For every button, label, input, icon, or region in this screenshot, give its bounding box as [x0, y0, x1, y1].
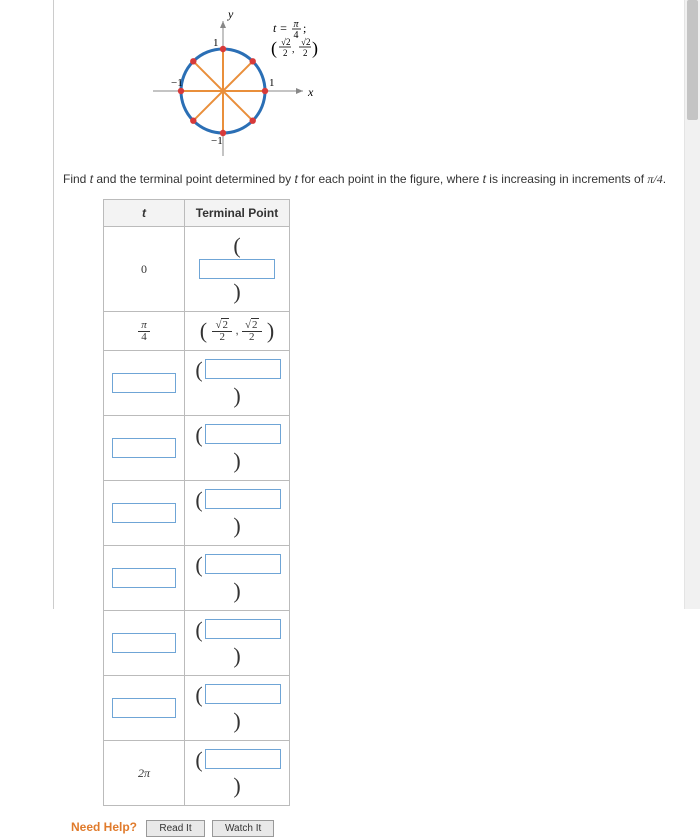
table-row: () [104, 351, 290, 416]
need-help-label: Need Help? [71, 820, 137, 834]
table-row: () [104, 546, 290, 611]
row1-tp-n2: 2 [251, 318, 259, 331]
q-mid2: for each point in the figure, where [298, 172, 483, 186]
figure-point-sep: , [292, 44, 295, 55]
unit-circle-figure: 1 x 1 y −1 −1 t = π 4 ; ( √2 2 , √2 2 ) [133, 6, 353, 161]
rparen: ) [231, 578, 242, 603]
figure-point-rparen: ) [312, 38, 318, 59]
tick-y-pos: 1 [213, 37, 219, 49]
row8-tp-input[interactable] [205, 749, 281, 769]
lparen: ( [193, 682, 204, 707]
q-mid3: is increasing in increments of [486, 172, 647, 186]
figure-point-n2: √2 [301, 37, 310, 47]
row1-t-frac: π 4 [138, 320, 150, 343]
q-end: . [663, 172, 666, 186]
answer-table: t Terminal Point 0 ( ) π 4 ( 2 [103, 199, 290, 806]
rparen: ) [231, 383, 242, 408]
table-row: 2π () [104, 741, 290, 806]
row1-t-num: π [138, 320, 150, 332]
row1-tp-d1: 2 [212, 332, 232, 343]
watch-it-button[interactable]: Watch It [212, 820, 274, 837]
read-it-button[interactable]: Read It [146, 820, 204, 837]
row1-tp-d2: 2 [242, 332, 262, 343]
lparen: ( [193, 357, 204, 382]
rparen: ) [231, 773, 242, 798]
q-pre: Find [63, 172, 90, 186]
row7-t-input[interactable] [112, 698, 176, 718]
rparen: ) [231, 448, 242, 473]
figure-t-label: t = [273, 21, 287, 35]
row6-t-input[interactable] [112, 633, 176, 653]
axis-y-label: y [227, 7, 234, 21]
table-header-row: t Terminal Point [104, 200, 290, 227]
row0-t: 0 [141, 262, 147, 276]
row4-tp-input[interactable] [205, 489, 281, 509]
lparen: ( [193, 552, 204, 577]
row2-t-input[interactable] [112, 373, 176, 393]
lparen: ( [193, 422, 204, 447]
figure-point-n1: √2 [281, 37, 290, 47]
row8-t: 2π [138, 766, 150, 780]
margin-rule [53, 0, 54, 609]
figure-point-lparen: ( [271, 38, 277, 59]
table-row: () [104, 481, 290, 546]
lparen: ( [231, 233, 242, 258]
need-help-row: Need Help? Read It Watch It [71, 820, 674, 837]
lparen: ( [193, 487, 204, 512]
table-row: () [104, 676, 290, 741]
row3-t-input[interactable] [112, 438, 176, 458]
row4-t-input[interactable] [112, 503, 176, 523]
figure-t-end: ; [303, 21, 306, 35]
row1-tp-frac2: 2 2 [242, 320, 262, 343]
figure-wrap: 1 x 1 y −1 −1 t = π 4 ; ( √2 2 , √2 2 ) [63, 6, 700, 164]
svg-text:t =: t = [273, 21, 287, 35]
head-t: t [142, 206, 146, 220]
row1-tp-n1: 2 [221, 318, 229, 331]
lparen: ( [193, 747, 204, 772]
table-row: 0 ( ) [104, 227, 290, 312]
figure-point-d2: 2 [303, 48, 308, 58]
row2-tp-input[interactable] [205, 359, 281, 379]
rparen: ) [231, 513, 242, 538]
table-row: () [104, 611, 290, 676]
figure-t-num: π [293, 19, 299, 30]
rparen: ) [231, 279, 242, 304]
tick-y-neg: −1 [211, 135, 223, 147]
row7-tp-input[interactable] [205, 684, 281, 704]
head-tp: Terminal Point [185, 200, 290, 227]
row1-sep: , [235, 323, 242, 337]
row0-tp-input[interactable] [199, 259, 275, 279]
rparen: ) [231, 708, 242, 733]
axis-x-label: x [307, 85, 314, 99]
row5-t-input[interactable] [112, 568, 176, 588]
row1-tp-frac1: 2 2 [212, 320, 232, 343]
tick-x-pos: 1 [269, 77, 275, 89]
figure-t-den: 4 [294, 30, 299, 41]
rparen: ) [231, 643, 242, 668]
row5-tp-input[interactable] [205, 554, 281, 574]
tick-x-neg: −1 [171, 77, 183, 89]
lparen: ( [193, 617, 204, 642]
table-row: () [104, 416, 290, 481]
question-text: Find t and the terminal point determined… [63, 172, 674, 187]
rparen: ) [265, 318, 276, 343]
row6-tp-input[interactable] [205, 619, 281, 639]
q-mid1: and the terminal point determined by [93, 172, 294, 186]
question-content: 1 x 1 y −1 −1 t = π 4 ; ( √2 2 , √2 2 ) [55, 0, 682, 837]
q-inc: π/4 [647, 172, 662, 186]
row1-t-den: 4 [138, 332, 150, 343]
lparen: ( [198, 318, 209, 343]
row3-tp-input[interactable] [205, 424, 281, 444]
table-row: π 4 ( 2 2 , 2 2 ) [104, 312, 290, 351]
figure-point-d1: 2 [283, 48, 288, 58]
